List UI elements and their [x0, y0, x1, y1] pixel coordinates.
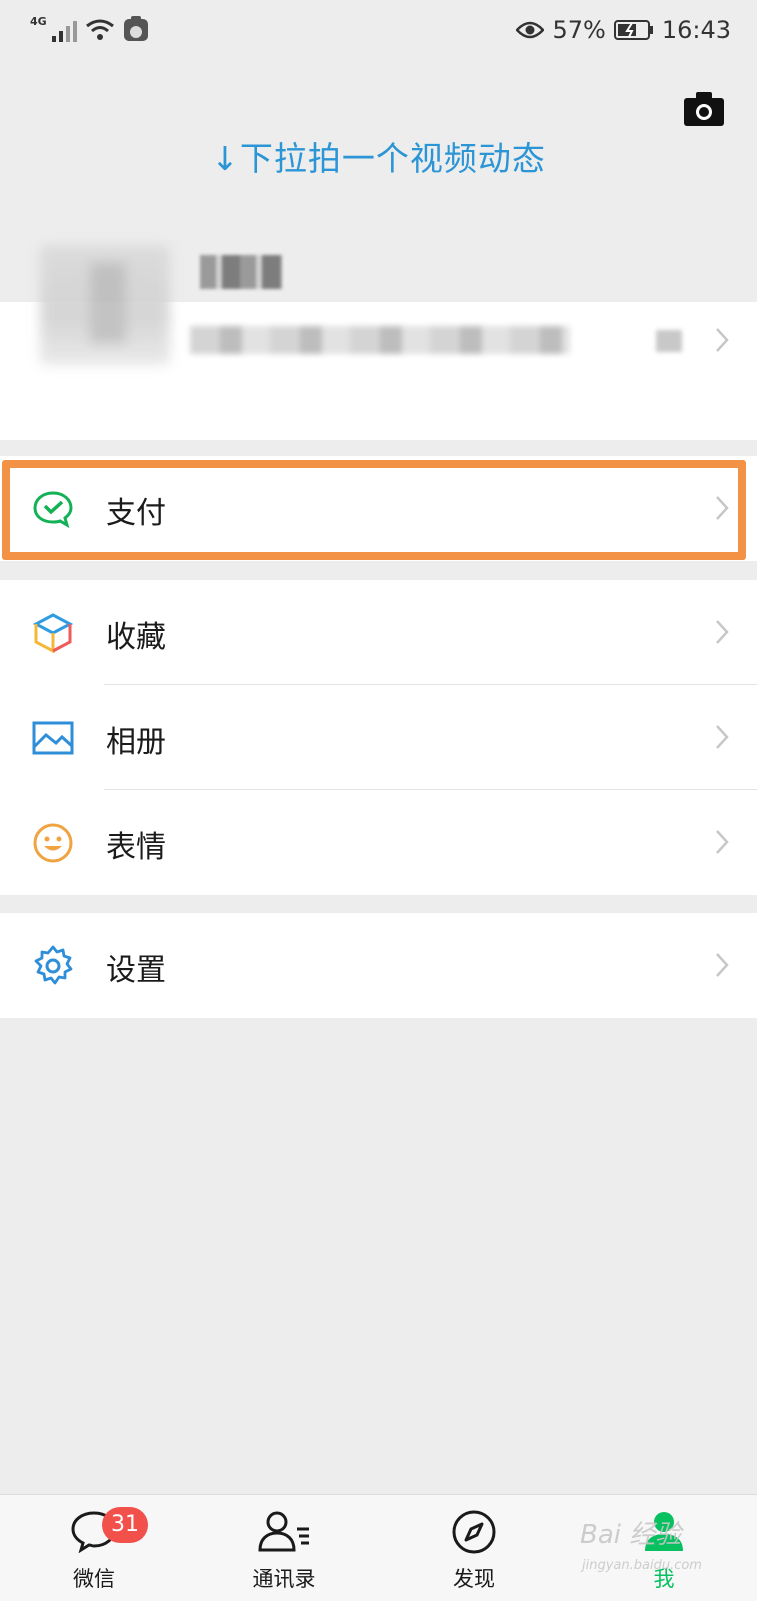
pull-down-video-hint: ↓下拉拍一个视频动态	[211, 139, 546, 178]
album-picture-icon	[32, 721, 74, 755]
tab-chats[interactable]: 31 微信	[34, 1495, 154, 1601]
clock: 16:43	[661, 16, 731, 44]
network-type: 4G	[30, 15, 47, 28]
eye-comfort-icon	[516, 21, 545, 39]
sticker-smiley-icon	[33, 823, 73, 863]
chevron-right-icon	[716, 496, 729, 520]
tab-label-chats: 微信	[73, 1567, 115, 1591]
wifi-icon	[85, 19, 114, 40]
baidu-watermark: Bai 经验 jingyan.baidu.com	[580, 1514, 730, 1584]
chevron-right-icon	[716, 830, 729, 854]
chevron-right-icon	[716, 953, 729, 977]
wechat-pay-icon	[33, 491, 73, 529]
menu-item-settings[interactable]: 设置	[0, 913, 757, 1018]
menu-label-favorites: 收藏	[106, 620, 166, 655]
menu-label-album: 相册	[106, 725, 166, 760]
chevron-right-icon	[716, 725, 729, 749]
contacts-person-icon	[258, 1511, 309, 1552]
menu-item-favorites[interactable]: 收藏	[0, 580, 757, 685]
menu-label-settings: 设置	[106, 953, 166, 988]
wechat-id-obscured	[190, 326, 570, 354]
battery-icon	[613, 20, 653, 40]
unread-badge: 31	[102, 1507, 148, 1543]
tab-label-contacts: 通讯录	[252, 1567, 316, 1591]
camera-icon[interactable]	[684, 92, 724, 126]
app-notification-icon	[123, 16, 148, 41]
avatar[interactable]	[40, 245, 170, 365]
chevron-right-icon	[716, 328, 729, 352]
compass-icon	[452, 1510, 496, 1554]
qr-code-icon[interactable]	[656, 330, 682, 352]
tab-contacts[interactable]: 通讯录	[224, 1495, 344, 1601]
battery-percent: 57%	[552, 16, 606, 44]
favorites-cube-icon	[32, 613, 74, 654]
status-bar: 4G 57% 16:43	[0, 0, 757, 62]
chevron-right-icon	[716, 620, 729, 644]
watermark-sub: jingyan.baidu.com	[582, 1558, 702, 1573]
status-left: 4G	[30, 15, 149, 42]
menu-item-stickers[interactable]: 表情	[0, 790, 757, 895]
settings-group: 设置	[0, 913, 757, 1018]
tab-discover[interactable]: 发现	[414, 1495, 534, 1601]
tab-label-discover: 发现	[453, 1567, 495, 1591]
watermark-main: Bai 经验	[580, 1520, 682, 1550]
menu-item-album[interactable]: 相册	[0, 685, 757, 790]
settings-gear-icon	[34, 945, 73, 985]
profile-name-obscured	[200, 255, 282, 289]
menu-label-pay: 支付	[106, 496, 166, 531]
menu-item-pay[interactable]: 支付	[0, 456, 757, 561]
status-right: 57% 16:43	[516, 16, 731, 44]
media-group: 收藏 相册 表情	[0, 580, 757, 895]
pay-group: 支付	[0, 456, 757, 561]
menu-label-stickers: 表情	[106, 830, 166, 865]
signal-icon	[51, 21, 77, 42]
